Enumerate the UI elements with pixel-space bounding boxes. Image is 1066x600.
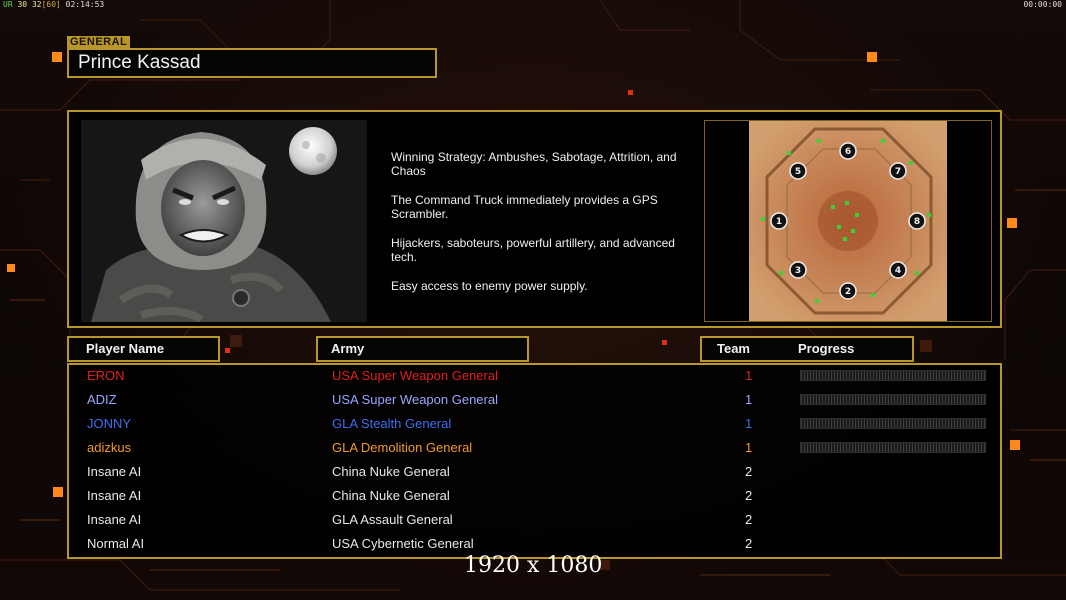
start-position-3: 3: [789, 261, 807, 279]
header-player-name: Player Name: [67, 336, 220, 362]
svg-text:8: 8: [914, 217, 920, 227]
general-info-panel: Winning Strategy: Ambushes, Sabotage, At…: [67, 110, 1002, 328]
svg-text:6: 6: [845, 147, 851, 157]
player-army: China Nuke General: [332, 488, 450, 503]
player-army: GLA Stealth General: [332, 416, 452, 431]
svg-text:1: 1: [776, 217, 782, 227]
progress-bar: [800, 418, 986, 429]
player-team: 1: [745, 416, 753, 431]
start-position-4: 4: [889, 261, 907, 279]
header-army: Army: [316, 336, 529, 362]
player-name: Insane AI: [87, 488, 142, 503]
start-position-7: 7: [889, 162, 907, 180]
strategy-line-4: Easy access to enemy power supply.: [391, 279, 588, 293]
svg-text:7: 7: [895, 167, 901, 177]
player-name: Insane AI: [87, 512, 142, 527]
player-name: adizkus: [87, 440, 132, 455]
player-row: ERON USA Super Weapon General 1: [69, 367, 1000, 391]
player-army: USA Super Weapon General: [332, 392, 498, 407]
fps-counter: UR 30 32[60] 02:14:53: [3, 0, 104, 9]
player-name: ADIZ: [87, 392, 117, 407]
system-clock: 02:14:53: [65, 0, 105, 9]
player-team: 1: [745, 440, 753, 455]
player-row: Insane AI China Nuke General 2: [69, 487, 1000, 511]
player-list: ERON USA Super Weapon General 1 ADIZ USA Sup…: [67, 363, 1002, 559]
player-army: USA Super Weapon General: [332, 368, 498, 383]
player-team: 1: [745, 368, 753, 383]
header-team: Team: [717, 341, 750, 356]
start-position-8: 8: [908, 212, 926, 230]
game-timer: 00:00:00: [1023, 0, 1062, 9]
svg-text:2: 2: [845, 287, 851, 297]
header-progress: Progress: [798, 341, 855, 356]
player-row: ADIZ USA Super Weapon General 1: [69, 391, 1000, 415]
player-team: 2: [745, 488, 753, 503]
player-team: 2: [745, 464, 753, 479]
player-team: 2: [745, 512, 753, 527]
progress-bar: [800, 394, 986, 405]
fps-value-2: 32: [31, 0, 42, 9]
start-position-2: 2: [839, 282, 857, 300]
player-name: JONNY: [87, 416, 132, 431]
player-name: Insane AI: [87, 464, 142, 479]
fps-value: 30: [17, 0, 28, 9]
map-preview: 1 2 3 4 5 6 7 8: [704, 120, 992, 322]
strategy-line-1: Winning Strategy: Ambushes, Sabotage, At…: [391, 150, 677, 178]
player-row: JONNY GLA Stealth General 1: [69, 415, 1000, 439]
general-portrait: [81, 120, 367, 322]
player-team: 1: [745, 392, 753, 407]
progress-bar: [800, 370, 986, 381]
strategy-line-2: The Command Truck immediately provides a…: [391, 193, 658, 221]
general-name: Prince Kassad: [67, 48, 437, 78]
svg-text:3: 3: [795, 266, 801, 276]
player-row: Insane AI GLA Assault General 2: [69, 511, 1000, 535]
player-army: USA Cybernetic General: [332, 536, 474, 551]
player-army: GLA Demolition General: [332, 440, 473, 455]
player-army: China Nuke General: [332, 464, 450, 479]
svg-text:4: 4: [895, 266, 901, 276]
portrait-image: [81, 120, 367, 322]
start-position-6: 6: [839, 142, 857, 160]
progress-bar: [800, 442, 986, 453]
player-name: Normal AI: [87, 536, 145, 551]
resolution-label: 1920 x 1080: [464, 553, 603, 578]
player-row: adizkus GLA Demolition General 1: [69, 439, 1000, 463]
fps-label: UR: [3, 0, 13, 9]
strategy-text: Winning Strategy: Ambushes, Sabotage, At…: [391, 150, 696, 308]
player-army: GLA Assault General: [332, 512, 453, 527]
player-row: Insane AI China Nuke General 2: [69, 463, 1000, 487]
svg-text:5: 5: [795, 167, 801, 177]
header-team-progress: Team Progress: [700, 336, 914, 362]
strategy-line-3: Hijackers, saboteurs, powerful artillery…: [391, 236, 675, 264]
fps-cap: [60]: [41, 0, 61, 9]
start-position-1: 1: [770, 212, 788, 230]
player-team: 2: [745, 536, 753, 551]
general-tag: GENERAL: [67, 36, 131, 48]
map-image: 1 2 3 4 5 6 7 8: [749, 121, 947, 321]
player-name: ERON: [87, 368, 125, 383]
start-position-5: 5: [789, 162, 807, 180]
